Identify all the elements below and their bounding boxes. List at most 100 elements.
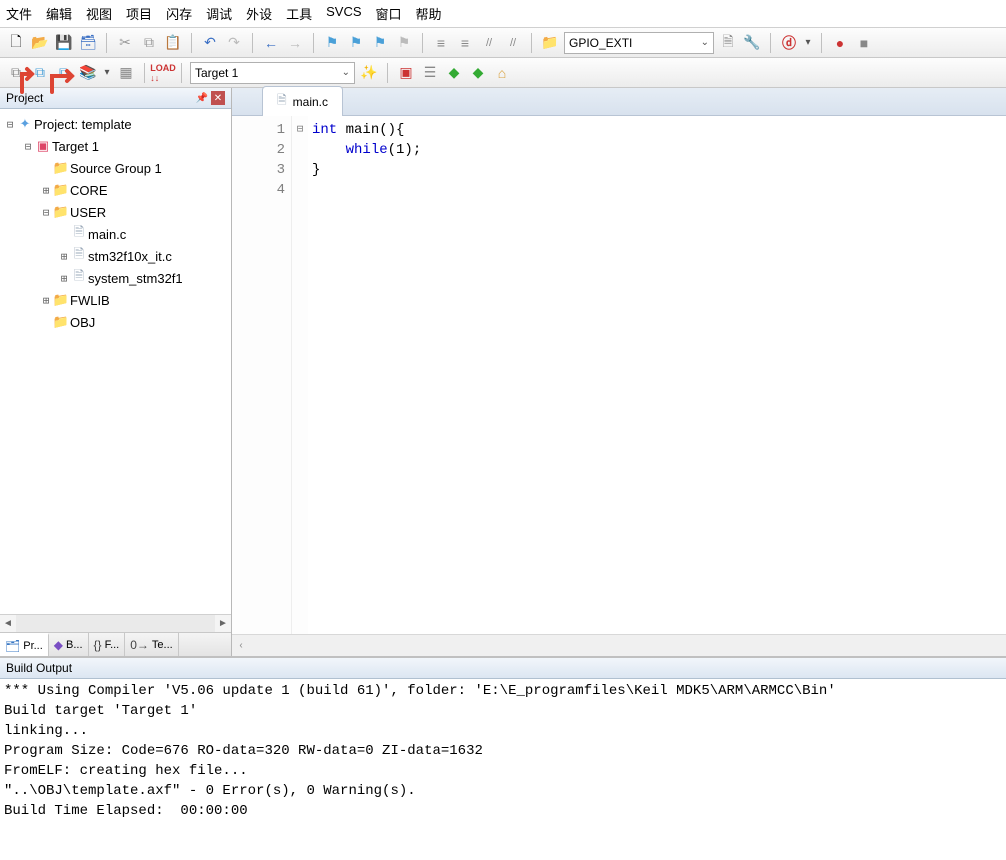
- save-icon[interactable]: 💾: [54, 33, 74, 53]
- select-pack-icon[interactable]: ◆: [468, 63, 488, 83]
- pack-installer-icon[interactable]: ⌂: [492, 63, 512, 83]
- editor-hscrollbar[interactable]: ‹: [232, 634, 1006, 656]
- tree-group-FWLIB[interactable]: ⊞📁FWLIB: [0, 289, 231, 311]
- stop-icon[interactable]: ■: [854, 33, 874, 53]
- build-output-panel: Build Output *** Using Compiler 'V5.06 u…: [0, 656, 1006, 860]
- outdent-icon[interactable]: ≡: [455, 33, 475, 53]
- bottom-tab-Pr[interactable]: 🗂Pr...: [0, 633, 49, 656]
- file-icon: 🗎: [277, 91, 287, 112]
- new-icon[interactable]: 🗋: [6, 33, 26, 53]
- paste-icon[interactable]: 📋: [163, 33, 183, 53]
- menu-外设[interactable]: 外设: [246, 4, 272, 23]
- tree-file-stm32f10x_it.c[interactable]: ⊞🗎stm32f10x_it.c: [0, 245, 231, 267]
- menu-文件[interactable]: 文件: [6, 4, 32, 23]
- saveall-icon[interactable]: 🗃: [78, 33, 98, 53]
- tree-project-root[interactable]: ⊟✦Project: template: [0, 113, 231, 135]
- open-icon[interactable]: 📂: [30, 33, 50, 53]
- bookmark-icon[interactable]: ⚑: [322, 33, 342, 53]
- build-icon[interactable]: ⧉: [30, 63, 50, 83]
- menu-闪存[interactable]: 闪存: [166, 4, 192, 23]
- manage-rte-icon[interactable]: ◆: [444, 63, 464, 83]
- tree-twist-icon[interactable]: ⊞: [58, 250, 70, 263]
- tree-hscrollbar[interactable]: ◄ ►: [0, 614, 231, 632]
- tree-file-main.c[interactable]: 🗎main.c: [0, 223, 231, 245]
- rebuild-icon[interactable]: ⧉: [54, 63, 74, 83]
- code-editor[interactable]: 1234 ⊟ int main(){ while(1);}: [232, 116, 1006, 634]
- project-selector[interactable]: GPIO_EXTI ⌄: [564, 32, 714, 54]
- multi-project-icon[interactable]: ☰: [420, 63, 440, 83]
- download-icon[interactable]: LOAD↓↓: [153, 63, 173, 83]
- menu-项目[interactable]: 项目: [126, 4, 152, 23]
- find-dropdown-icon[interactable]: ▾: [803, 33, 813, 53]
- menu-调试[interactable]: 调试: [206, 4, 232, 23]
- bookmark-clear-icon[interactable]: ⚑: [394, 33, 414, 53]
- stop-build-icon[interactable]: ▦: [116, 63, 136, 83]
- bookmark-prev-icon[interactable]: ⚑: [346, 33, 366, 53]
- navfwd-icon[interactable]: →: [285, 33, 305, 53]
- pin-icon[interactable]: 📌: [195, 91, 209, 105]
- cut-icon[interactable]: ✂: [115, 33, 135, 53]
- batch-build-icon[interactable]: 📚: [78, 63, 98, 83]
- tab-main-c[interactable]: 🗎 main.c: [262, 86, 343, 116]
- folder-icon[interactable]: 📁: [540, 33, 560, 53]
- tab-label: Te...: [152, 639, 173, 651]
- manage-project-icon[interactable]: ▣: [396, 63, 416, 83]
- tree-group-Source-Group-1[interactable]: 📁Source Group 1: [0, 157, 231, 179]
- scroll-left-icon[interactable]: ‹: [232, 640, 250, 651]
- uncomment-icon[interactable]: //: [503, 33, 523, 53]
- config-icon[interactable]: 🔧: [742, 33, 762, 53]
- indent-icon[interactable]: ≡: [431, 33, 451, 53]
- tree-file-system_stm32f1[interactable]: ⊞🗎system_stm32f1: [0, 267, 231, 289]
- fold-gutter[interactable]: ⊟: [292, 116, 308, 634]
- fold-icon[interactable]: [292, 180, 308, 200]
- tree-target[interactable]: ⊟▣Target 1: [0, 135, 231, 157]
- tree-twist-icon[interactable]: ⊟: [22, 140, 34, 153]
- navback-icon[interactable]: ←: [261, 33, 281, 53]
- main-area: Project 📌 ✕ ⊟✦Project: template⊟▣Target …: [0, 88, 1006, 656]
- tree-twist-icon[interactable]: ⊟: [4, 118, 16, 131]
- bottom-tab-B[interactable]: ◆B...: [49, 633, 89, 656]
- tree-twist-icon[interactable]: ⊟: [40, 206, 52, 219]
- target-selector[interactable]: Target 1 ⌄: [190, 62, 355, 84]
- tree-twist-icon[interactable]: ⊞: [58, 272, 70, 285]
- code-lines[interactable]: int main(){ while(1);}: [308, 116, 1006, 634]
- build-dropdown-icon[interactable]: ▾: [102, 63, 112, 83]
- comment-icon[interactable]: //: [479, 33, 499, 53]
- tree-twist-icon[interactable]: ⊞: [40, 294, 52, 307]
- menu-窗口[interactable]: 窗口: [376, 4, 402, 23]
- bottom-tab-F[interactable]: {}F...: [89, 633, 126, 656]
- build-output-body[interactable]: *** Using Compiler 'V5.06 update 1 (buil…: [0, 679, 1006, 860]
- scroll-right-icon[interactable]: ►: [215, 618, 231, 629]
- fold-icon[interactable]: ⊟: [292, 120, 308, 140]
- tree-twist-icon[interactable]: ⊞: [40, 184, 52, 197]
- fold-icon[interactable]: [292, 160, 308, 180]
- close-icon[interactable]: ✕: [211, 91, 225, 105]
- menu-帮助[interactable]: 帮助: [416, 4, 442, 23]
- tree-group-OBJ[interactable]: 📁OBJ: [0, 311, 231, 333]
- project-name-text: GPIO_EXTI: [569, 36, 632, 50]
- menu-编辑[interactable]: 编辑: [46, 4, 72, 23]
- menu-工具[interactable]: 工具: [286, 4, 312, 23]
- menu-视图[interactable]: 视图: [86, 4, 112, 23]
- main-toolbar: 🗋 📂 💾 🗃 ✂ ⧉ 📋 ↶ ↷ ← → ⚑ ⚑ ⚑ ⚑ ≡ ≡ // // …: [0, 28, 1006, 58]
- editor-panel: 🗎 main.c 1234 ⊟ int main(){ while(1);} ‹: [232, 88, 1006, 656]
- translate-icon[interactable]: ⧉: [6, 63, 26, 83]
- target-options-icon[interactable]: ✨: [359, 63, 379, 83]
- project-tree[interactable]: ⊟✦Project: template⊟▣Target 1📁Source Gro…: [0, 109, 231, 614]
- tree-node-label: Project: template: [34, 117, 132, 132]
- tree-group-USER[interactable]: ⊟📁USER: [0, 201, 231, 223]
- fold-icon[interactable]: [292, 140, 308, 160]
- bookmark-next-icon[interactable]: ⚑: [370, 33, 390, 53]
- options-icon[interactable]: 🗎: [718, 33, 738, 53]
- find-icon[interactable]: ⓓ: [779, 33, 799, 53]
- scroll-left-icon[interactable]: ◄: [0, 618, 16, 629]
- record-icon[interactable]: ●: [830, 33, 850, 53]
- tree-node-icon: 📁: [52, 204, 70, 220]
- menu-SVCS[interactable]: SVCS: [326, 4, 361, 23]
- tree-node-label: main.c: [88, 227, 126, 242]
- tree-group-CORE[interactable]: ⊞📁CORE: [0, 179, 231, 201]
- bottom-tab-Te[interactable]: 0→Te...: [125, 633, 178, 656]
- redo-icon[interactable]: ↷: [224, 33, 244, 53]
- undo-icon[interactable]: ↶: [200, 33, 220, 53]
- copy-icon[interactable]: ⧉: [139, 33, 159, 53]
